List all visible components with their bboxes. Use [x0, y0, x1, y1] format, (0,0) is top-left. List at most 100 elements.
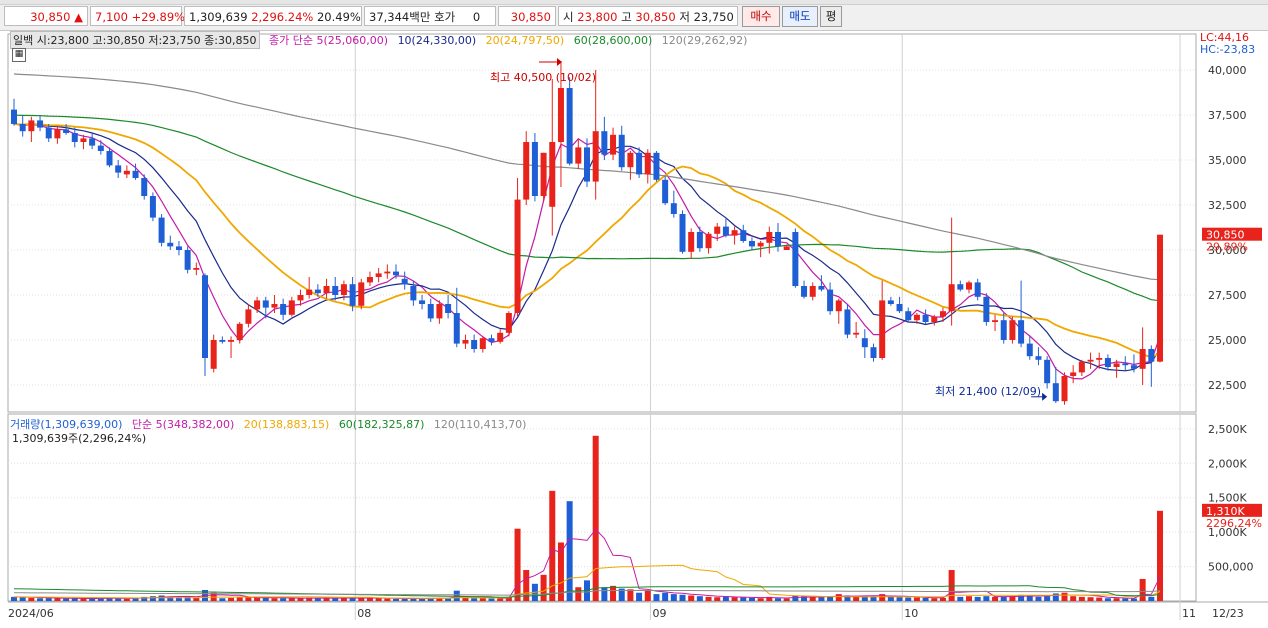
- volume-bar: [1070, 596, 1077, 601]
- candle-body: [627, 152, 634, 168]
- ma60-legend: 60(28,600,00): [573, 34, 653, 47]
- volume-bar: [1061, 592, 1068, 601]
- candle-body: [992, 320, 999, 322]
- candle-body: [775, 232, 781, 247]
- candle-body: [557, 88, 564, 142]
- candle-body: [531, 142, 538, 196]
- price-tick-label: 35,000: [1208, 154, 1247, 167]
- candle-body: [445, 304, 452, 313]
- candle-body: [705, 233, 712, 249]
- candle-body: [566, 88, 573, 164]
- candle-body: [1009, 320, 1016, 340]
- volume-bar: [662, 592, 669, 601]
- candle-body: [939, 311, 946, 317]
- ma10-legend: 10(24,330,00): [397, 34, 477, 47]
- candle-body: [584, 147, 590, 182]
- price-tick-label: 25,000: [1208, 334, 1247, 347]
- candle-body: [245, 309, 252, 324]
- high-label: 고: [621, 10, 632, 24]
- candle-body: [63, 129, 70, 133]
- candle-body: [123, 170, 130, 175]
- turnover-rate: 20.49%: [316, 10, 361, 24]
- volume-bar: [992, 596, 999, 601]
- candle-body: [592, 131, 599, 182]
- volume-bar: [219, 598, 226, 601]
- trade-value: 37,344백만: [369, 10, 431, 24]
- current-field: 30,850: [498, 6, 556, 26]
- x-tick-label: 08: [357, 607, 371, 620]
- volume-bar: [601, 587, 608, 601]
- candle-body: [297, 295, 304, 301]
- sell-button[interactable]: 매도: [782, 6, 818, 27]
- candle-body: [427, 304, 434, 319]
- volume-bar: [245, 597, 252, 601]
- eval-button[interactable]: 평: [820, 6, 842, 27]
- volume-bar: [63, 598, 70, 601]
- volume-bar: [905, 597, 912, 601]
- volume-bar: [775, 598, 781, 601]
- candle-body: [462, 340, 469, 344]
- volume-bar: [957, 596, 964, 601]
- candle-body: [670, 203, 677, 214]
- candle-body: [384, 271, 391, 274]
- volume-bar: [1078, 596, 1085, 601]
- volume-bar: [80, 598, 87, 601]
- candle-body: [618, 134, 625, 168]
- volume-bar: [913, 597, 920, 601]
- candle-body: [905, 311, 912, 321]
- volume-bar: [714, 597, 721, 601]
- candle-body: [514, 199, 521, 313]
- volume-bar: [479, 598, 486, 601]
- candle-body: [97, 145, 104, 151]
- volume-bar: [149, 596, 156, 601]
- volume-bar: [236, 597, 243, 601]
- volume-bar: [28, 597, 35, 601]
- candle-body: [1104, 358, 1111, 367]
- candle-body: [931, 316, 938, 322]
- candle-body: [1157, 234, 1163, 362]
- candle-body: [1070, 372, 1077, 376]
- vma5-legend: 5(348,382,00): [155, 418, 235, 431]
- volume-bar: [549, 490, 556, 601]
- candle-body: [271, 304, 278, 308]
- volume-bar: [644, 590, 651, 601]
- current-value: 30,850: [510, 10, 551, 24]
- candle-body: [175, 246, 182, 250]
- candle-body: [184, 250, 191, 270]
- buy-button[interactable]: 매수: [742, 6, 780, 27]
- volume-bar: [748, 597, 755, 601]
- candle-body: [497, 332, 504, 342]
- volume-panel: [7, 413, 1197, 602]
- candle-body: [11, 109, 17, 124]
- ohlc-readout: 일백 시:23,800 고:30,850 저:23,750 종:30,850: [10, 31, 260, 49]
- candle-body: [193, 268, 200, 270]
- candle-body: [688, 232, 695, 252]
- volume-bar: [922, 597, 929, 601]
- volume-bar: [1000, 596, 1007, 601]
- volume-bar: [966, 596, 972, 601]
- volume-bar: [610, 585, 617, 601]
- candle-body: [748, 241, 755, 247]
- volume-bar: [939, 597, 946, 601]
- candle-body: [210, 340, 217, 369]
- candle-body: [488, 338, 495, 342]
- candle-body: [262, 300, 269, 308]
- volume-bar: [89, 598, 96, 601]
- volume-bar: [627, 589, 634, 601]
- candle-body: [1130, 365, 1137, 369]
- open-label: 시: [563, 10, 574, 24]
- ma5-legend: 5(25,060,00): [316, 34, 389, 47]
- volume-bar: [37, 598, 44, 601]
- candle-body: [149, 196, 156, 218]
- candle-body: [757, 242, 764, 247]
- candle-body: [792, 232, 799, 286]
- volume-bar: [1122, 598, 1129, 601]
- volume-bar: [54, 598, 61, 601]
- volume-bar: [592, 435, 599, 601]
- grid-toggle-icon[interactable]: ▦: [12, 48, 26, 62]
- candle-body: [809, 286, 816, 297]
- candle-body: [636, 152, 643, 175]
- candle-body: [1087, 359, 1094, 362]
- candle-body: [575, 147, 582, 164]
- change-field: 7,100 +29.89%: [90, 6, 185, 26]
